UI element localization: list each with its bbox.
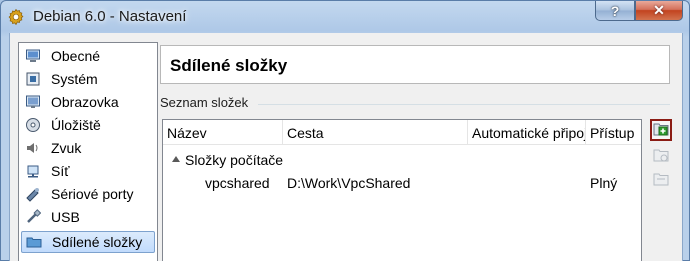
- add-folder-icon: [653, 121, 669, 140]
- close-icon: ✕: [653, 2, 665, 18]
- sidebar-item-storage[interactable]: Úložiště: [21, 114, 155, 136]
- sidebar-item-label: Úložiště: [51, 117, 101, 133]
- sidebar-item-label: Sériové porty: [51, 186, 134, 202]
- folder-path-cell: D:\Work\VpcShared: [287, 175, 411, 191]
- shared-folder-icon: [25, 233, 43, 251]
- sidebar-item-label: Systém: [51, 71, 98, 87]
- storage-icon: [24, 116, 42, 134]
- sidebar-item-network[interactable]: Síť: [21, 160, 155, 182]
- column-header-name[interactable]: Název: [163, 120, 283, 145]
- remove-folder-icon: [653, 171, 669, 190]
- sidebar-item-label: USB: [51, 209, 80, 225]
- sidebar-item-label: Síť: [51, 163, 70, 179]
- collapse-triangle-icon[interactable]: [172, 156, 180, 162]
- table-header: Název Cesta Automatické připojení Přístu…: [163, 120, 641, 145]
- sidebar-item-shared-folders[interactable]: Sdílené složky: [21, 231, 155, 253]
- dialog-client-area: Obecné Systém Obrazovka Úložiště Zvuk Sí…: [9, 33, 683, 261]
- sidebar-item-system[interactable]: Systém: [21, 68, 155, 90]
- folder-name-cell: vpcshared: [205, 175, 270, 191]
- sidebar-item-label: Sdílené složky: [52, 234, 143, 250]
- usb-icon: [24, 208, 42, 226]
- serial-port-icon: [24, 185, 42, 203]
- group-separator: [258, 104, 670, 105]
- window-title: Debian 6.0 - Nastavení: [33, 8, 187, 25]
- shared-folders-table[interactable]: Název Cesta Automatické připojení Přístu…: [162, 119, 642, 261]
- column-header-auto-mount[interactable]: Automatické připojení: [468, 120, 586, 145]
- sidebar-item-usb[interactable]: USB: [21, 206, 155, 228]
- sidebar-item-general[interactable]: Obecné: [21, 45, 155, 67]
- monitor-icon: [24, 47, 42, 65]
- sidebar-item-audio[interactable]: Zvuk: [21, 137, 155, 159]
- sidebar-item-label: Zvuk: [51, 140, 82, 156]
- title-bar[interactable]: Debian 6.0 - Nastavení ? ✕: [1, 1, 689, 33]
- group-label: Složky počítače: [185, 152, 284, 168]
- edit-shared-folder-button[interactable]: [650, 145, 672, 167]
- help-button[interactable]: ?: [595, 1, 635, 21]
- sidebar-item-serial-ports[interactable]: Sériové porty: [21, 183, 155, 205]
- tree-group-row[interactable]: Složky počítače: [163, 149, 641, 171]
- add-shared-folder-button[interactable]: [650, 119, 672, 141]
- help-icon: ?: [610, 2, 620, 19]
- gear-icon: [7, 8, 25, 26]
- table-row[interactable]: vpcshared D:\Work\VpcShared Plný: [163, 172, 641, 194]
- display-icon: [24, 93, 42, 111]
- edit-folder-icon: [653, 147, 669, 166]
- remove-shared-folder-button[interactable]: [650, 169, 672, 191]
- sidebar-item-display[interactable]: Obrazovka: [21, 91, 155, 113]
- sidebar-item-label: Obrazovka: [51, 94, 119, 110]
- speaker-icon: [24, 139, 42, 157]
- column-header-access[interactable]: Přístup: [586, 120, 641, 145]
- page-title: Sdílené složky: [170, 56, 288, 75]
- folder-list-label: Seznam složek: [160, 95, 249, 110]
- sidebar-item-label: Obecné: [51, 48, 101, 64]
- chip-icon: [24, 70, 42, 88]
- network-icon: [24, 162, 42, 180]
- access-cell: Plný: [590, 175, 618, 191]
- settings-category-list[interactable]: Obecné Systém Obrazovka Úložiště Zvuk Sí…: [18, 42, 158, 261]
- settings-window: Debian 6.0 - Nastavení ? ✕ Obecné Systém…: [0, 0, 690, 261]
- close-button[interactable]: ✕: [635, 1, 683, 21]
- column-header-path[interactable]: Cesta: [283, 120, 468, 145]
- page-heading-box: Sdílené složky: [160, 45, 670, 84]
